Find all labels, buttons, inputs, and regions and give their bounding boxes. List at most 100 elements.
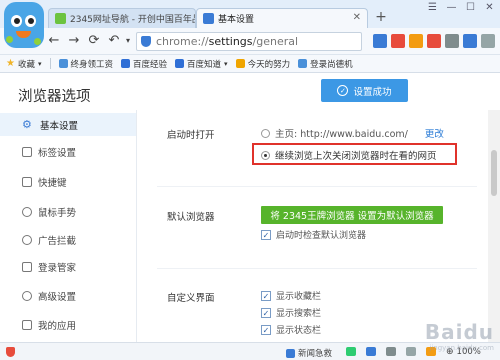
forward-arrow-icon[interactable]: → <box>66 33 82 49</box>
show-bookmarks-bar-option[interactable]: ✓ 显示收藏栏 <box>261 289 321 302</box>
chevron-down-icon: ▾ <box>37 59 42 68</box>
settings-saved-button[interactable]: ✓ 设置成功 <box>321 79 408 102</box>
customize-section-label: 自定义界面 <box>167 293 215 304</box>
settings-sidebar: ⚙ 基本设置 标签设置 快捷键 鼠标手势 广告拦截 登录管家 高级设置 我的应用 <box>0 110 136 342</box>
sidebar-item-label: 基本设置 <box>40 120 79 132</box>
sidebar-item-my-apps[interactable]: 我的应用 <box>0 313 136 336</box>
checkbox-checked[interactable]: ✓ <box>261 307 271 318</box>
baidu-icon <box>175 59 185 68</box>
sidebar-item-login-manager[interactable]: 登录管家 <box>0 255 136 278</box>
tab-favicon-icon <box>55 13 66 24</box>
chevron-down-icon[interactable]: ▾ <box>120 33 136 49</box>
shield-status-icon[interactable] <box>6 347 15 357</box>
sidebar-item-shortcuts[interactable]: 快捷键 <box>0 170 136 193</box>
download-status-icon[interactable] <box>366 347 376 356</box>
back-arrow-icon[interactable]: ← <box>46 33 62 49</box>
lock-icon <box>22 261 32 272</box>
address-scheme: chrome:// <box>156 35 209 48</box>
sidebar-item-label: 登录管家 <box>38 262 77 274</box>
app-logo[interactable] <box>4 2 44 48</box>
bookmark-item[interactable]: 终身领工资 <box>58 58 113 70</box>
tab-title: 2345网址导航 - 开创中国百年品 <box>70 15 195 25</box>
tab-basic-settings[interactable]: 基本设置 ✕ <box>196 8 368 28</box>
sidebar-item-label: 广告拦截 <box>38 235 77 247</box>
block-icon <box>22 234 32 245</box>
home-icon[interactable] <box>373 34 387 48</box>
option-label: 显示收藏栏 <box>276 292 322 302</box>
tab-title: 基本设置 <box>218 15 255 25</box>
mute-icon[interactable] <box>406 347 416 356</box>
address-bar[interactable]: chrome://settings/general <box>136 32 362 51</box>
picture-icon[interactable] <box>409 34 423 48</box>
sidebar-item-ad-blocking[interactable]: 广告拦截 <box>0 228 136 251</box>
address-path: settings <box>208 35 253 48</box>
menu-icon[interactable]: ☰ <box>426 2 439 13</box>
sidebar-item-basic-settings[interactable]: ⚙ 基本设置 <box>0 113 136 136</box>
window-controls: ☰ — ☐ ✕ <box>426 2 496 13</box>
mouse-icon <box>22 206 32 217</box>
scrollbar-thumb[interactable] <box>491 150 497 196</box>
page-header: 浏览器选项 <box>0 73 500 110</box>
maximize-icon[interactable]: ☐ <box>464 2 477 13</box>
sidebar-item-label: 快捷键 <box>38 177 67 189</box>
change-homepage-link[interactable]: 更改 <box>425 126 444 140</box>
option-label: 显示状态栏 <box>276 326 322 336</box>
checkbox-checked[interactable]: ✓ <box>261 324 271 335</box>
sidebar-item-label: 我的应用 <box>38 320 77 332</box>
screenshot-icon[interactable] <box>386 347 396 356</box>
advanced-settings-icon <box>22 290 32 301</box>
game-icon[interactable] <box>391 34 405 48</box>
bookmark-label: 收藏 <box>17 59 35 70</box>
sidebar-item-mouse-gestures[interactable]: 鼠标手势 <box>0 200 136 223</box>
baidu-watermark: Baidu jingyan.baidu.com <box>425 320 494 352</box>
checkbox-checked[interactable]: ✓ <box>261 290 271 301</box>
cut-icon[interactable] <box>445 34 459 48</box>
bookmark-item[interactable]: 百度知道 ▾ <box>175 58 228 70</box>
keyboard-icon <box>22 176 32 187</box>
news-button[interactable]: 新闻急救 <box>286 347 332 359</box>
check-icon: ✓ <box>337 85 349 96</box>
checkbox-checked[interactable]: ✓ <box>261 229 271 240</box>
speed-icon[interactable] <box>346 347 356 356</box>
set-default-browser-button[interactable]: 将 2345王牌浏览器 设置为默认浏览器 <box>261 206 443 224</box>
bookmark-label: 百度知道 <box>187 59 222 70</box>
close-icon[interactable]: ✕ <box>353 12 361 23</box>
bookmark-label: 百度经验 <box>133 59 168 70</box>
show-status-bar-option[interactable]: ✓ 显示状态栏 <box>261 323 321 336</box>
more-icon[interactable] <box>481 34 495 48</box>
divider <box>49 58 51 69</box>
check-default-browser-option[interactable]: ✓ 启动时检查默认浏览器 <box>261 228 366 241</box>
new-tab-button[interactable]: + <box>372 9 390 27</box>
startup-section-label: 启动时打开 <box>167 130 215 141</box>
sidebar-item-tab-settings[interactable]: 标签设置 <box>0 140 136 163</box>
startup-home-option[interactable]: 主页: http://www.baidu.com/ 更改 <box>261 126 444 140</box>
vertical-scrollbar[interactable] <box>488 110 500 342</box>
bookmark-favorites[interactable]: ★ 收藏 ▾ <box>6 58 42 70</box>
bookmark-item[interactable]: 百度经验 <box>121 58 167 70</box>
divider <box>157 186 477 187</box>
option-label: 继续浏览上次关闭浏览器时在看的网页 <box>275 151 437 162</box>
tab-2345-navigation[interactable]: 2345网址导航 - 开创中国百年品 <box>48 8 196 28</box>
close-window-icon[interactable]: ✕ <box>483 2 496 13</box>
bookmark-label: 登录尚德机 <box>310 59 353 70</box>
minimize-icon[interactable]: — <box>445 2 458 13</box>
refresh-icon[interactable]: ⟳ <box>86 33 102 49</box>
tabs-icon <box>22 146 32 157</box>
download-icon[interactable] <box>463 34 477 48</box>
show-search-bar-option[interactable]: ✓ 显示搜索栏 <box>261 306 321 319</box>
settings-content: 启动时打开 主页: http://www.baidu.com/ 更改 继续浏览上… <box>136 110 488 342</box>
bookmark-item[interactable]: 登录尚德机 <box>298 58 353 70</box>
shield-icon <box>141 36 151 47</box>
gear-icon <box>203 13 214 24</box>
startup-continue-option[interactable]: 继续浏览上次关闭浏览器时在看的网页 <box>261 148 437 162</box>
page-icon <box>58 59 68 68</box>
news-icon <box>286 348 295 358</box>
sidebar-item-advanced-settings[interactable]: 高级设置 <box>0 284 136 307</box>
radio-button-selected[interactable] <box>261 150 270 160</box>
video-icon[interactable] <box>427 34 441 48</box>
sidebar-item-label: 鼠标手势 <box>38 207 77 219</box>
radio-button[interactable] <box>261 128 270 138</box>
bookmark-item[interactable]: 今天的努力 <box>235 58 290 70</box>
sidebar-item-label: 标签设置 <box>38 147 77 159</box>
news-label: 新闻急救 <box>298 349 333 359</box>
